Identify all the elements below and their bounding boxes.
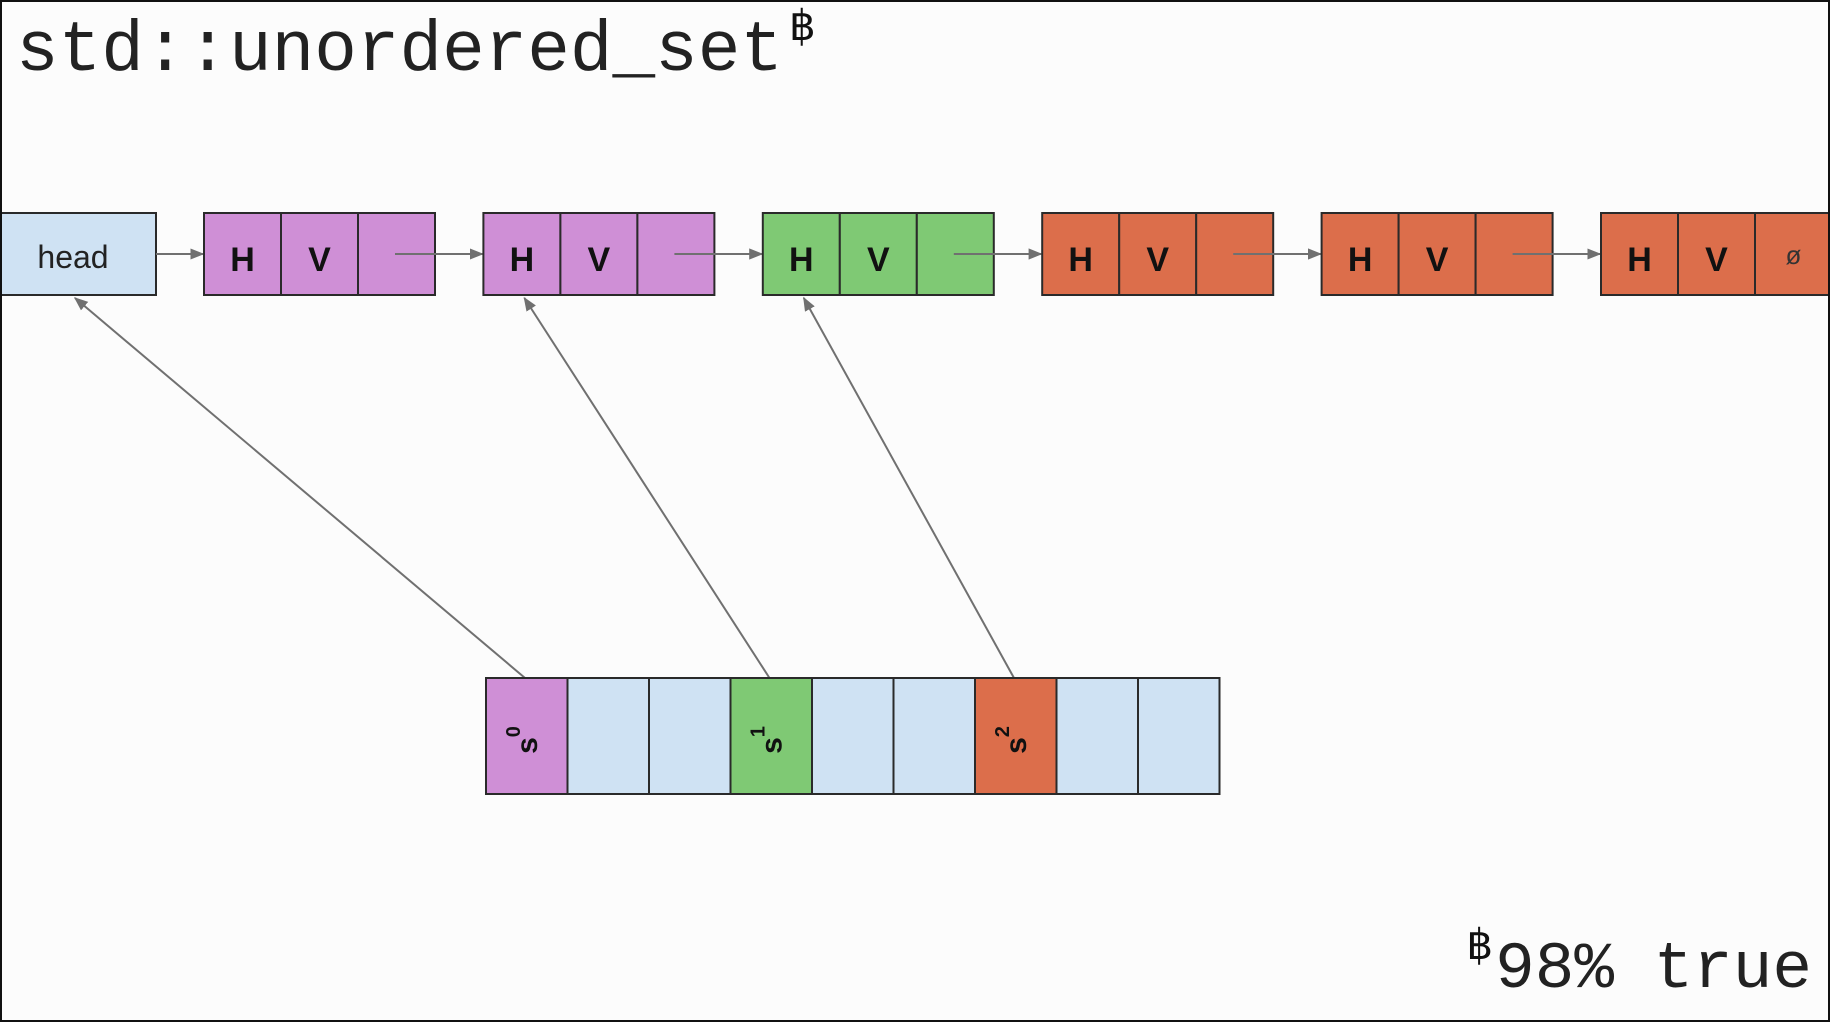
bucket-slot <box>811 677 895 795</box>
bucket-cell <box>892 677 976 795</box>
bucket-pointer-arrow <box>802 296 1015 679</box>
bucket-label-index: 0 <box>503 726 525 737</box>
bucket-slot <box>648 677 732 795</box>
bucket-pointer-arrow <box>523 296 771 679</box>
bucket-cell <box>566 677 650 795</box>
list-node: H Vø <box>1600 212 1828 296</box>
bucket-slot: s1 <box>729 677 813 795</box>
value-label: V <box>1146 241 1169 279</box>
value-label: V <box>1705 241 1728 279</box>
bucket-pointer-layer <box>73 296 1015 679</box>
bucket-cell <box>1055 677 1139 795</box>
value-label: V <box>1426 241 1449 279</box>
bucket-slot <box>1055 677 1139 795</box>
bucket-slot <box>1137 677 1221 795</box>
bucket-cell <box>729 677 813 795</box>
bucket-cell <box>974 677 1058 795</box>
footnote: ฿98% true <box>1466 920 1812 1013</box>
bucket-label-index: 2 <box>992 726 1014 737</box>
list-node: HV <box>761 212 1043 296</box>
bucket-slot: s0 <box>485 677 569 795</box>
null-pointer-symbol: ø <box>1786 240 1802 270</box>
slide-frame: std::unordered_set ฿ head H V H V H V H V H V H Vø s0… <box>0 0 1830 1022</box>
bucket-array: s0s1s2 <box>485 677 1221 795</box>
bucket-label-index: 1 <box>748 726 770 737</box>
bucket-label-letter: s <box>511 737 544 754</box>
hash-label: H <box>789 241 814 279</box>
bucket-cell <box>648 677 732 795</box>
value-label: V <box>308 241 331 279</box>
list-node: HV <box>482 212 764 296</box>
bucket-slot <box>566 677 650 795</box>
list-head: head <box>2 212 157 296</box>
list-node: HV <box>203 212 484 296</box>
bucket-cell <box>1137 677 1221 795</box>
bucket-pointer-arrow <box>73 297 526 679</box>
hash-label: H <box>1348 241 1373 279</box>
value-label: V <box>588 241 611 279</box>
hash-label: H <box>1627 241 1652 279</box>
list-node: HV <box>1041 212 1322 296</box>
list-node: HV <box>1320 212 1602 296</box>
hash-label: H <box>1068 241 1093 279</box>
hash-label: H <box>510 241 535 279</box>
hash-label: H <box>230 241 255 279</box>
footnote-text: 98% true <box>1495 932 1812 1007</box>
head-label: head <box>37 239 108 275</box>
bucket-cell <box>811 677 895 795</box>
bucket-slot: s2 <box>974 677 1058 795</box>
bucket-slot <box>892 677 976 795</box>
bucket-label-letter: s <box>1000 737 1033 754</box>
hash-set-diagram: head H V H V H V H V H V H Vø s0s1s2 <box>2 212 1828 795</box>
bucket-cell <box>485 677 569 795</box>
bucket-label-letter: s <box>755 737 788 754</box>
linked-list: head H V H V H V H V H V H Vø <box>2 212 1828 296</box>
value-label: V <box>867 241 890 279</box>
footnote-marker: ฿ <box>1466 920 1494 969</box>
